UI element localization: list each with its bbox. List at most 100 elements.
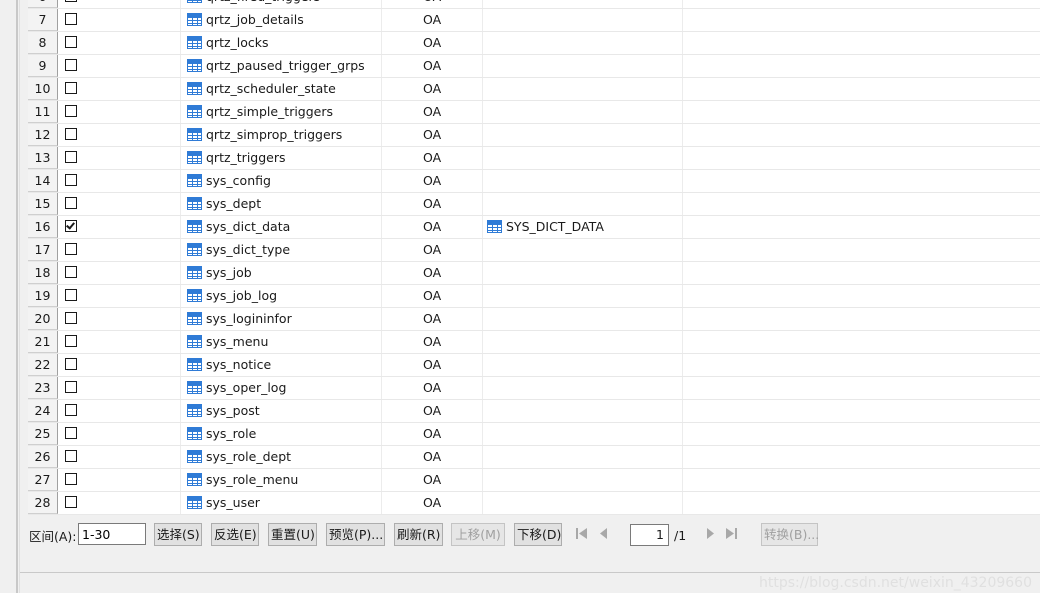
owner-cell[interactable]: OA bbox=[382, 377, 483, 399]
table-row[interactable]: 28 sys_user OA bbox=[28, 492, 1040, 515]
source-table-cell[interactable]: sys_dict_data bbox=[181, 216, 382, 238]
row-checkbox[interactable] bbox=[65, 105, 77, 117]
refresh-button[interactable]: 刷新(R) bbox=[394, 523, 443, 546]
row-number[interactable]: 15 bbox=[28, 193, 58, 215]
table-row[interactable]: 17 sys_dict_type OA bbox=[28, 239, 1040, 262]
owner-cell[interactable]: OA bbox=[382, 492, 483, 514]
target-table-cell[interactable] bbox=[483, 32, 683, 54]
owner-cell[interactable]: OA bbox=[382, 0, 483, 8]
source-table-cell[interactable]: sys_role_menu bbox=[181, 469, 382, 491]
row-checkbox[interactable] bbox=[65, 404, 77, 416]
owner-cell[interactable]: OA bbox=[382, 308, 483, 330]
row-checkbox[interactable] bbox=[65, 59, 77, 71]
source-table-cell[interactable]: sys_role_dept bbox=[181, 446, 382, 468]
target-table-cell[interactable] bbox=[483, 308, 683, 330]
row-number[interactable]: 21 bbox=[28, 331, 58, 353]
row-checkbox[interactable] bbox=[65, 82, 77, 94]
source-table-cell[interactable]: sys_config bbox=[181, 170, 382, 192]
owner-cell[interactable]: OA bbox=[382, 55, 483, 77]
row-checkbox[interactable] bbox=[65, 0, 77, 2]
table-row[interactable]: 23 sys_oper_log OA bbox=[28, 377, 1040, 400]
last-page-icon[interactable] bbox=[724, 527, 738, 540]
target-table-cell[interactable] bbox=[483, 285, 683, 307]
owner-cell[interactable]: OA bbox=[382, 331, 483, 353]
row-checkbox[interactable] bbox=[65, 358, 77, 370]
left-panel-border[interactable] bbox=[16, 0, 18, 593]
target-table-cell[interactable] bbox=[483, 9, 683, 31]
row-number[interactable]: 19 bbox=[28, 285, 58, 307]
row-checkbox[interactable] bbox=[65, 450, 77, 462]
owner-cell[interactable]: OA bbox=[382, 354, 483, 376]
table-row[interactable]: 27 sys_role_menu OA bbox=[28, 469, 1040, 492]
owner-cell[interactable]: OA bbox=[382, 400, 483, 422]
owner-cell[interactable]: OA bbox=[382, 193, 483, 215]
source-table-cell[interactable]: qrtz_scheduler_state bbox=[181, 78, 382, 100]
row-checkbox[interactable] bbox=[65, 243, 77, 255]
owner-cell[interactable]: OA bbox=[382, 170, 483, 192]
row-number[interactable]: 20 bbox=[28, 308, 58, 330]
page-number-input[interactable]: 1 bbox=[630, 524, 669, 546]
target-table-cell[interactable] bbox=[483, 147, 683, 169]
row-checkbox[interactable] bbox=[65, 496, 77, 508]
owner-cell[interactable]: OA bbox=[382, 101, 483, 123]
target-table-cell[interactable] bbox=[483, 0, 683, 8]
row-checkbox[interactable] bbox=[65, 174, 77, 186]
source-table-cell[interactable]: qrtz_simple_triggers bbox=[181, 101, 382, 123]
row-checkbox[interactable] bbox=[65, 335, 77, 347]
source-table-cell[interactable]: sys_user bbox=[181, 492, 382, 514]
target-table-cell[interactable] bbox=[483, 101, 683, 123]
owner-cell[interactable]: OA bbox=[382, 147, 483, 169]
source-table-cell[interactable]: qrtz_simprop_triggers bbox=[181, 124, 382, 146]
owner-cell[interactable]: OA bbox=[382, 216, 483, 238]
table-row[interactable]: 22 sys_notice OA bbox=[28, 354, 1040, 377]
reset-button[interactable]: 重置(U) bbox=[268, 523, 317, 546]
target-table-cell[interactable] bbox=[483, 124, 683, 146]
next-page-icon[interactable] bbox=[703, 527, 717, 540]
preview-button[interactable]: 预览(P)... bbox=[326, 523, 385, 546]
row-number[interactable]: 8 bbox=[28, 32, 58, 54]
table-row[interactable]: 24 sys_post OA bbox=[28, 400, 1040, 423]
source-table-cell[interactable]: sys_notice bbox=[181, 354, 382, 376]
source-table-cell[interactable]: sys_oper_log bbox=[181, 377, 382, 399]
target-table-cell[interactable] bbox=[483, 469, 683, 491]
target-table-cell[interactable] bbox=[483, 262, 683, 284]
owner-cell[interactable]: OA bbox=[382, 9, 483, 31]
source-table-cell[interactable]: sys_dict_type bbox=[181, 239, 382, 261]
owner-cell[interactable]: OA bbox=[382, 78, 483, 100]
table-row[interactable]: 26 sys_role_dept OA bbox=[28, 446, 1040, 469]
row-number[interactable]: 6 bbox=[28, 0, 58, 8]
owner-cell[interactable]: OA bbox=[382, 124, 483, 146]
move-up-button[interactable]: 上移(M) bbox=[451, 523, 505, 546]
table-row[interactable]: 8 qrtz_locks OA bbox=[28, 32, 1040, 55]
table-row[interactable]: 16 sys_dict_data OA SYS_DICT_DATA bbox=[28, 216, 1040, 239]
select-button[interactable]: 选择(S) bbox=[154, 523, 202, 546]
previous-page-icon[interactable] bbox=[597, 527, 611, 540]
table-row[interactable]: 6 qrtz_fired_triggers OA bbox=[28, 0, 1040, 9]
table-row[interactable]: 10 qrtz_scheduler_state OA bbox=[28, 78, 1040, 101]
target-table-cell[interactable] bbox=[483, 377, 683, 399]
table-row[interactable]: 25 sys_role OA bbox=[28, 423, 1040, 446]
row-checkbox[interactable] bbox=[65, 220, 77, 232]
row-checkbox[interactable] bbox=[65, 13, 77, 25]
source-table-cell[interactable]: qrtz_fired_triggers bbox=[181, 0, 382, 8]
target-table-cell[interactable] bbox=[483, 239, 683, 261]
first-page-icon[interactable] bbox=[575, 527, 589, 540]
source-table-cell[interactable]: sys_logininfor bbox=[181, 308, 382, 330]
source-table-cell[interactable]: sys_menu bbox=[181, 331, 382, 353]
row-checkbox[interactable] bbox=[65, 128, 77, 140]
owner-cell[interactable]: OA bbox=[382, 285, 483, 307]
table-row[interactable]: 9 qrtz_paused_trigger_grps OA bbox=[28, 55, 1040, 78]
row-checkbox[interactable] bbox=[65, 312, 77, 324]
target-table-cell[interactable] bbox=[483, 492, 683, 514]
source-table-cell[interactable]: qrtz_job_details bbox=[181, 9, 382, 31]
source-table-cell[interactable]: sys_post bbox=[181, 400, 382, 422]
target-table-cell[interactable] bbox=[483, 55, 683, 77]
row-number[interactable]: 18 bbox=[28, 262, 58, 284]
range-input[interactable] bbox=[78, 523, 146, 545]
source-table-cell[interactable]: sys_job_log bbox=[181, 285, 382, 307]
row-checkbox[interactable] bbox=[65, 197, 77, 209]
target-table-cell[interactable] bbox=[483, 331, 683, 353]
move-down-button[interactable]: 下移(D) bbox=[514, 523, 562, 546]
row-number[interactable]: 27 bbox=[28, 469, 58, 491]
row-checkbox[interactable] bbox=[65, 473, 77, 485]
